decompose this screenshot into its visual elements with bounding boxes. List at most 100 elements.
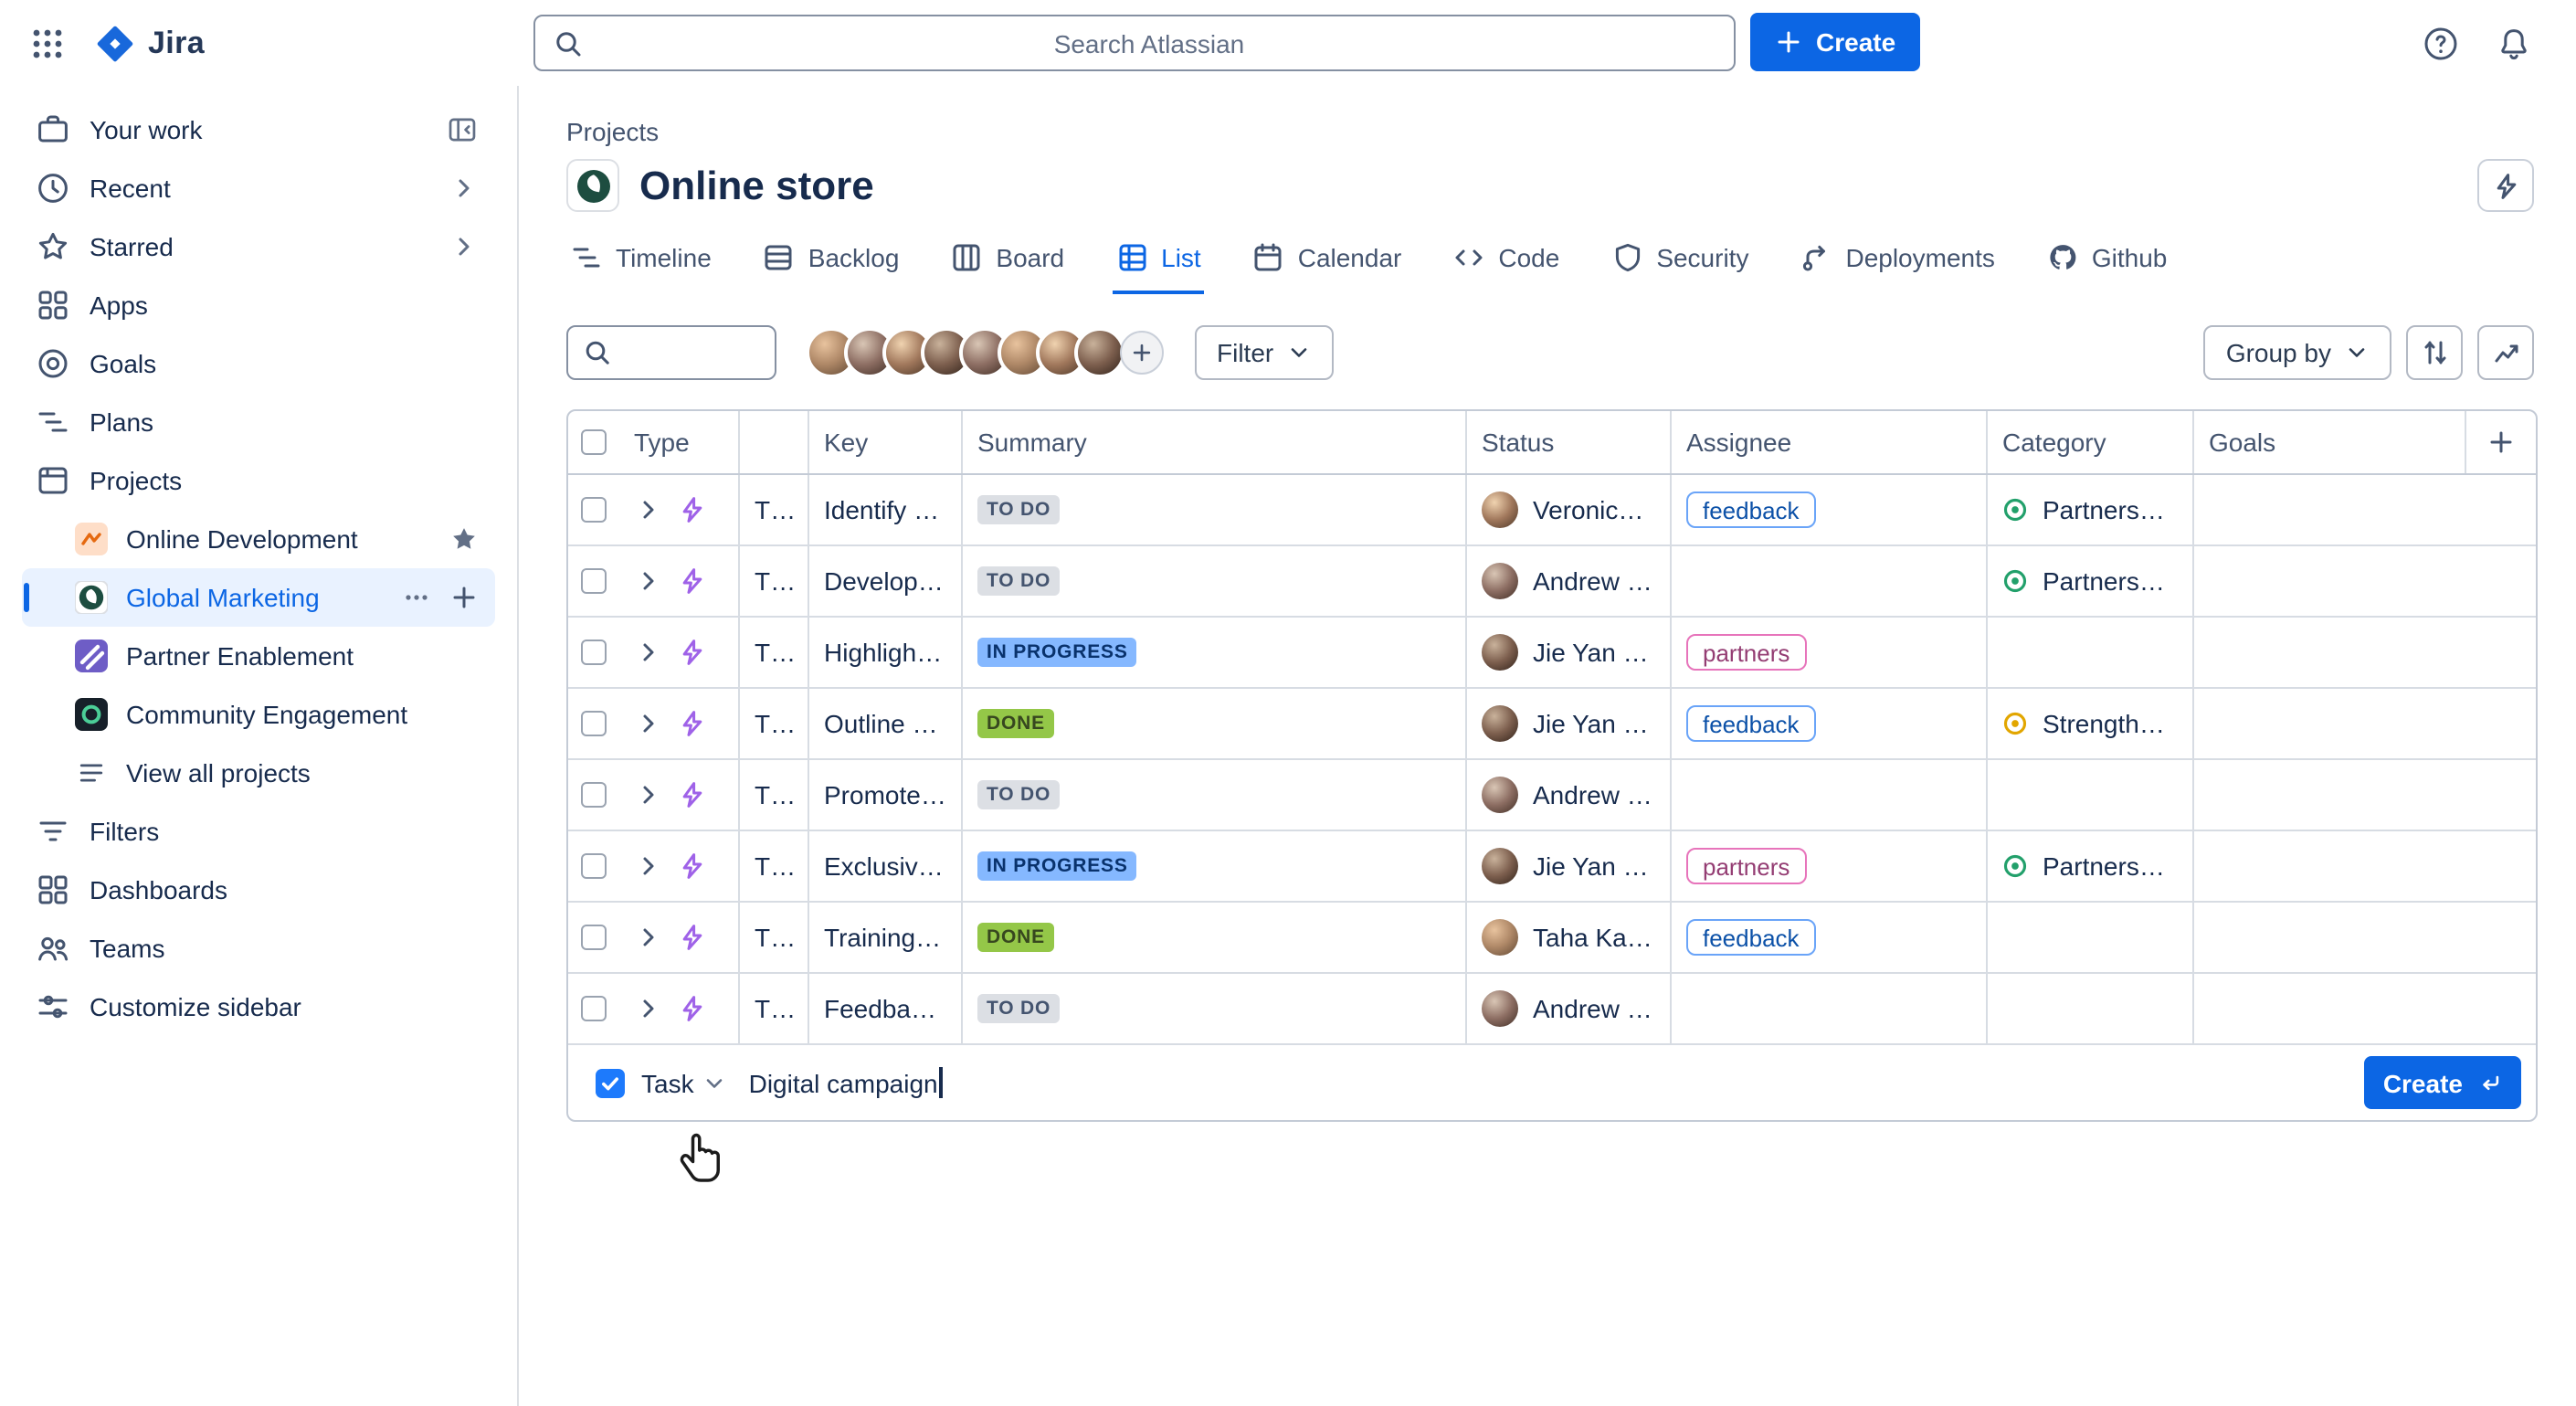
- row-summary[interactable]: Training Sessions: [824, 923, 946, 952]
- automation-button[interactable]: [2477, 159, 2534, 212]
- project-more-button[interactable]: [402, 583, 431, 612]
- row-checkbox[interactable]: [581, 568, 607, 594]
- sidebar-project-community-engagement[interactable]: Community Engagement: [22, 685, 495, 744]
- tab-timeline[interactable]: Timeline: [566, 232, 715, 294]
- tab-deployments[interactable]: Deployments: [1796, 232, 1998, 294]
- sidebar-item-projects[interactable]: Projects: [22, 451, 495, 510]
- sidebar-view-all-projects[interactable]: View all projects: [22, 744, 495, 802]
- tab-code[interactable]: Code: [1449, 232, 1563, 294]
- goal-name[interactable]: Partnership...: [2043, 495, 2178, 524]
- row-summary[interactable]: Exclusive Access for Partners: [824, 851, 946, 881]
- row-summary[interactable]: Highlight Partners: [824, 638, 946, 667]
- sidebar-item-your-work[interactable]: Your work: [22, 100, 495, 159]
- starred-icon[interactable]: [449, 524, 479, 554]
- sidebar-item-apps[interactable]: Apps: [22, 276, 495, 334]
- column-header-goals[interactable]: Goals: [2192, 411, 2465, 473]
- status-badge[interactable]: IN PROGRESS: [977, 851, 1137, 882]
- row-key[interactable]: TIC-002: [755, 566, 793, 596]
- summary-input[interactable]: Digital campaign: [749, 1067, 943, 1098]
- table-row[interactable]: TIC-006 Training Sessions DONE Taha Kand…: [568, 903, 2536, 974]
- status-badge[interactable]: DONE: [977, 923, 1054, 953]
- tab-list[interactable]: List: [1112, 232, 1205, 294]
- goal-name[interactable]: Partnership...: [2043, 566, 2178, 596]
- assignee-name[interactable]: Andrew Park: [1533, 994, 1655, 1023]
- sidebar-item-starred[interactable]: Starred: [22, 217, 495, 276]
- insights-button[interactable]: [2477, 325, 2534, 380]
- row-checkbox[interactable]: [581, 996, 607, 1021]
- status-badge[interactable]: TO DO: [977, 994, 1060, 1024]
- group-by-button[interactable]: Group by: [2204, 325, 2391, 380]
- column-header-summary[interactable]: Summary: [961, 411, 1465, 473]
- row-checkbox[interactable]: [581, 711, 607, 736]
- column-header-category[interactable]: Category: [1986, 411, 2192, 473]
- sidebar-item-dashboards[interactable]: Dashboards: [22, 861, 495, 919]
- project-add-button[interactable]: [449, 583, 479, 612]
- row-checkbox[interactable]: [581, 853, 607, 879]
- issue-type-selector[interactable]: Task: [641, 1068, 694, 1097]
- row-checkbox[interactable]: [581, 782, 607, 808]
- status-badge[interactable]: TO DO: [977, 566, 1060, 597]
- row-key[interactable]: TIC-001: [755, 495, 793, 524]
- goal-name[interactable]: Strengthen P...: [2043, 709, 2178, 738]
- category-tag[interactable]: feedback: [1686, 492, 1816, 528]
- jira-logo[interactable]: Jira: [88, 23, 212, 63]
- category-tag[interactable]: feedback: [1686, 705, 1816, 742]
- row-checkbox[interactable]: [581, 497, 607, 523]
- row-checkbox[interactable]: [581, 640, 607, 665]
- tab-backlog[interactable]: Backlog: [759, 232, 903, 294]
- assignee-name[interactable]: Jie Yan Song: [1533, 851, 1655, 881]
- row-key[interactable]: TIC-008: [755, 994, 793, 1023]
- row-key[interactable]: TIC-004: [755, 638, 793, 667]
- table-row[interactable]: TIC-005 Exclusive Access for Partners IN…: [568, 831, 2536, 903]
- sidebar-item-goals[interactable]: Goals: [22, 334, 495, 393]
- tab-board[interactable]: Board: [946, 232, 1068, 294]
- table-row[interactable]: TIC-001 Identify Current Partner Challen…: [568, 475, 2536, 546]
- row-summary[interactable]: Feedback Mechanism: [824, 994, 946, 1023]
- sidebar-item-recent[interactable]: Recent: [22, 159, 495, 217]
- category-tag[interactable]: feedback: [1686, 919, 1816, 956]
- category-tag[interactable]: partners: [1686, 634, 1806, 671]
- expand-chevron-icon[interactable]: [634, 709, 663, 738]
- expand-chevron-icon[interactable]: [634, 923, 663, 952]
- tab-github[interactable]: Github: [2043, 232, 2171, 294]
- expand-chevron-icon[interactable]: [634, 994, 663, 1023]
- tab-security[interactable]: Security: [1607, 232, 1752, 294]
- row-summary[interactable]: Identify Current Partner Challenges: [824, 495, 946, 524]
- category-tag[interactable]: partners: [1686, 848, 1806, 884]
- table-row[interactable]: TIC-002 Develop a Communication Platform…: [568, 546, 2536, 618]
- assignee-name[interactable]: Andrew Park: [1533, 780, 1655, 809]
- task-type-icon[interactable]: [596, 1068, 625, 1097]
- row-checkbox[interactable]: [581, 925, 607, 950]
- table-row[interactable]: TIC-003 Promote Charitable Contributions…: [568, 760, 2536, 831]
- row-summary[interactable]: Outline Benefits: [824, 709, 946, 738]
- sidebar-item-plans[interactable]: Plans: [22, 393, 495, 451]
- status-badge[interactable]: IN PROGRESS: [977, 638, 1137, 668]
- column-header-assignee[interactable]: Assignee: [1670, 411, 1986, 473]
- collapse-sidebar-button[interactable]: [446, 113, 479, 146]
- row-key[interactable]: TIC-003: [755, 780, 793, 809]
- assignee-name[interactable]: Jie Yan Song: [1533, 709, 1655, 738]
- view-settings-button[interactable]: [2406, 325, 2463, 380]
- row-key[interactable]: TIC-005: [755, 851, 793, 881]
- tab-calendar[interactable]: Calendar: [1249, 232, 1406, 294]
- chevron-down-icon[interactable]: [702, 1070, 727, 1095]
- sidebar-project-online-development[interactable]: Online Development: [22, 510, 495, 568]
- sidebar-item-filters[interactable]: Filters: [22, 802, 495, 861]
- global-search[interactable]: [533, 15, 1736, 71]
- expand-chevron-icon[interactable]: [634, 638, 663, 667]
- row-key[interactable]: TIC-006: [755, 923, 793, 952]
- member-avatar[interactable]: [1074, 327, 1125, 378]
- help-button[interactable]: [2412, 14, 2470, 72]
- add-people-button[interactable]: [1120, 331, 1164, 375]
- expand-chevron-icon[interactable]: [634, 495, 663, 524]
- assignee-name[interactable]: Taha Kandemir: [1533, 923, 1655, 952]
- notifications-button[interactable]: [2485, 14, 2543, 72]
- inline-create-row[interactable]: Task Digital campaign Create: [568, 1045, 2536, 1120]
- row-key[interactable]: TIC-007: [755, 709, 793, 738]
- sidebar-project-global-marketing[interactable]: Global Marketing: [22, 568, 495, 627]
- assignee-name[interactable]: Jie Yan Song: [1533, 638, 1655, 667]
- row-summary[interactable]: Promote Charitable Contributions: [824, 780, 946, 809]
- sidebar-item-teams[interactable]: Teams: [22, 919, 495, 978]
- add-column-button[interactable]: [2465, 411, 2534, 473]
- sidebar-project-partner-enablement[interactable]: Partner Enablement: [22, 627, 495, 685]
